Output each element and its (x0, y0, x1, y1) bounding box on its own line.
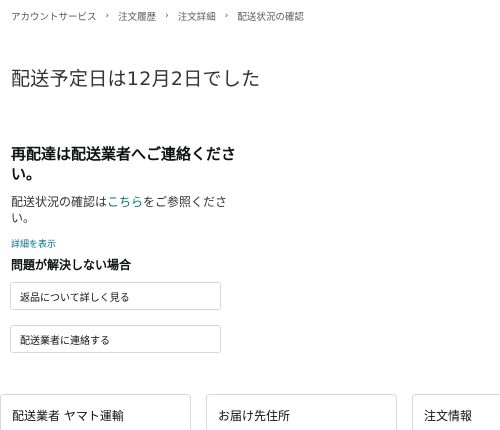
breadcrumb-tracking-status[interactable]: 配送状況の確認 (237, 9, 304, 23)
contact-carrier-button-label: 配送業者に連絡する (20, 335, 110, 347)
order-info-card-title: 注文情報 (424, 409, 473, 423)
carrier-card-title: 配送業者 ヤマト運輸 (12, 409, 124, 423)
breadcrumb-order-history[interactable]: 注文履歴 (118, 9, 156, 23)
problem-heading: 問題が解決しない場合 (11, 258, 132, 272)
shipping-address-card-title: お届け先住所 (218, 409, 291, 423)
breadcrumb-separator-icon: › (105, 11, 110, 21)
tracking-instructions: 配送状況の確認はこちらをご参照ください。 (11, 194, 247, 226)
shipping-address-card: お届け先住所 (206, 394, 397, 430)
return-info-button-label: 返品について詳しく見る (20, 292, 130, 304)
breadcrumb-order-details[interactable]: 注文詳細 (178, 9, 216, 23)
breadcrumb-separator-icon: › (224, 11, 229, 21)
delivery-date-title: 配送予定日は12月2日でした (11, 68, 261, 90)
order-info-card: 注文情報 (412, 394, 500, 430)
breadcrumb-separator-icon: › (165, 11, 169, 21)
tracking-here-link[interactable]: こちら (107, 195, 143, 209)
breadcrumb: アカウントサービス › 注文履歴 › 注文詳細 › 配送状況の確認 (11, 9, 304, 23)
redelivery-heading: 再配達は配送業者へご連絡ください。 (11, 145, 237, 183)
return-info-button[interactable]: 返品について詳しく見る (10, 282, 221, 310)
tracking-prefix-text: 配送状況の確認は (11, 195, 108, 209)
tracking-page: アカウントサービス › 注文履歴 › 注文詳細 › 配送状況の確認 配送予定日は… (0, 0, 500, 430)
contact-carrier-button[interactable]: 配送業者に連絡する (10, 325, 221, 353)
breadcrumb-account-service[interactable]: アカウントサービス (11, 9, 97, 23)
show-details-link[interactable]: 詳細を表示 (11, 237, 56, 250)
carrier-card: 配送業者 ヤマト運輸 (0, 394, 191, 430)
